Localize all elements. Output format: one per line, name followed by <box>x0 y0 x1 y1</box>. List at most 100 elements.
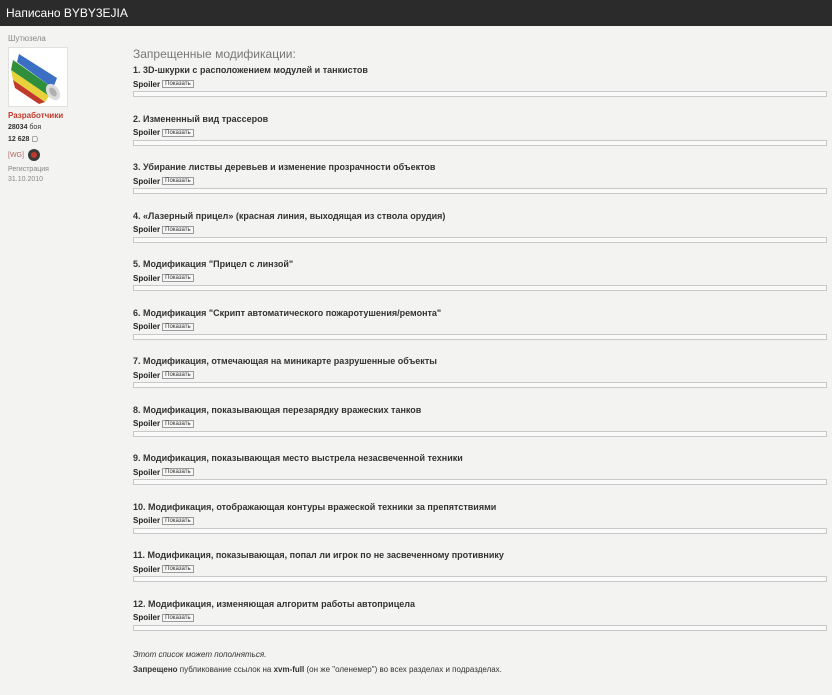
spoiler-label: Spoiler <box>133 370 161 380</box>
mod-title: 6. Модификация "Скрипт автоматического п… <box>133 307 442 318</box>
posts-value: 12 628 <box>8 136 30 143</box>
spoiler-header: Spoiler Показать <box>133 370 827 380</box>
list-item: 6. Модификация "Скрипт автоматического п… <box>133 308 827 357</box>
spoiler-header: Spoiler Показать <box>133 419 827 429</box>
battles-label: боя <box>29 124 42 131</box>
show-spoiler-button[interactable]: Показать <box>162 371 194 379</box>
list-item: 12. Модификация, изменяющая алгоритм раб… <box>133 599 827 648</box>
mod-title: 1. 3D-шкурки с расположением модулей и т… <box>133 65 368 75</box>
spoiler-content-box <box>133 527 827 534</box>
spoiler-content-box <box>133 430 827 437</box>
spoiler-label: Spoiler <box>133 176 161 186</box>
spoiler-header: Spoiler Показать <box>133 564 827 574</box>
battles-value: 28034 <box>8 124 28 131</box>
spoiler-label: Spoiler <box>133 128 161 137</box>
spoiler-header: Spoiler Показать <box>133 79 827 89</box>
spoiler-header: Spoiler Показать <box>133 176 827 186</box>
battles-count: 28034 боя <box>8 124 118 131</box>
forbidden-text-2: (он же "оленемер") во всех разделах и по… <box>306 665 502 674</box>
spoiler-content-box <box>133 285 827 291</box>
spoiler-content-box <box>133 333 827 340</box>
mod-title: 11. Модификация, показывающая, попал ли … <box>133 550 504 560</box>
list-item: 4. «Лазерный прицел» (красная линия, вых… <box>133 211 827 260</box>
show-spoiler-button[interactable]: Показать <box>162 565 194 573</box>
list-note: Этот список может пополняться. <box>133 650 267 659</box>
clan-tag[interactable]: [WG] <box>8 152 24 159</box>
post-heading: Запрещенные модификации: <box>133 47 296 61</box>
post-author-title: Написано BYBY3EJIA <box>6 6 128 20</box>
spoiler-label: Spoiler <box>133 613 161 622</box>
spoiler-label: Spoiler <box>133 273 161 283</box>
author-sidebar: Шутюзела Разработчики 28034 боя 12 628 ▢… <box>8 34 118 185</box>
mod-title: 9. Модификация, показывающая место выстр… <box>133 453 463 463</box>
post-header: Написано BYBY3EJIA <box>0 0 832 26</box>
spoiler-content-box <box>133 382 827 388</box>
spoiler-label: Spoiler <box>133 225 161 234</box>
spoiler-label: Spoiler <box>133 419 161 428</box>
spoiler-label: Spoiler <box>133 322 161 331</box>
registration-date: 31.10.2010 <box>8 176 44 183</box>
show-spoiler-button[interactable]: Показать <box>162 177 194 185</box>
posts-count: 12 628 ▢ <box>8 135 118 143</box>
spoiler-content-box <box>133 576 827 582</box>
mod-title: 7. Модификация, отмечающая на миникарте … <box>133 356 437 366</box>
spoiler-label: Spoiler <box>133 467 161 477</box>
mod-title: 3. Убирание листвы деревьев и изменение … <box>133 162 436 172</box>
registration: Регистрация 31.10.2010 <box>8 165 118 185</box>
spoiler-content-box <box>133 624 827 631</box>
forbidden-mods-list: 1. 3D-шкурки с расположением модулей и т… <box>133 65 827 647</box>
vuvuzela-avatar-icon <box>11 54 61 104</box>
spoiler-content-box <box>133 188 827 194</box>
forbidden-text-1: публикование ссылок на <box>179 665 272 674</box>
show-spoiler-button[interactable]: Показать <box>162 322 194 331</box>
list-item: 11. Модификация, показывающая, попал ли … <box>133 550 827 599</box>
show-spoiler-button[interactable]: Показать <box>162 419 194 428</box>
list-item: 1. 3D-шкурки с расположением модулей и т… <box>133 65 827 114</box>
list-item: 8. Модификация, показывающая перезарядку… <box>133 405 827 454</box>
mod-title: 12. Модификация, изменяющая алгоритм раб… <box>133 598 415 609</box>
spoiler-header: Spoiler Показать <box>133 467 827 477</box>
spoiler-label: Spoiler <box>133 564 161 574</box>
mod-title: 8. Модификация, показывающая перезарядку… <box>133 404 422 415</box>
spoiler-content-box <box>133 479 827 485</box>
spoiler-header: Spoiler Показать <box>133 613 827 623</box>
list-item: 10. Модификация, отображающая контуры вр… <box>133 502 827 551</box>
show-spoiler-button[interactable]: Показать <box>162 613 194 622</box>
list-item: 2. Измененный вид трассеров Spoiler Показа… <box>133 114 827 163</box>
speech-bubble-icon: ▢ <box>31 136 38 143</box>
list-item: 7. Модификация, отмечающая на миникарте … <box>133 356 827 405</box>
list-item: 5. Модификация "Прицел с линзой" Spoiler П… <box>133 259 827 308</box>
spoiler-header: Spoiler Показать <box>133 516 827 526</box>
spoiler-content-box <box>133 139 827 146</box>
registration-label: Регистрация <box>8 166 49 173</box>
list-item: 9. Модификация, показывающая место выстр… <box>133 453 827 502</box>
mod-title: 2. Измененный вид трассеров <box>133 113 269 124</box>
xvm-full-text: xvm-full <box>273 665 305 674</box>
show-spoiler-button[interactable]: Показать <box>162 80 194 88</box>
spoiler-content-box <box>133 91 827 97</box>
show-spoiler-button[interactable]: Показать <box>162 225 194 234</box>
wg-clan-icon[interactable] <box>27 149 40 161</box>
spoiler-header: Spoiler Показать <box>133 322 827 332</box>
spoiler-header: Spoiler Показать <box>133 225 827 235</box>
show-spoiler-button[interactable]: Показать <box>162 516 194 525</box>
mod-title: 4. «Лазерный прицел» (красная линия, вых… <box>133 210 446 221</box>
post-body: Запрещенные модификации: 1. 3D-шкурки с … <box>133 47 827 674</box>
spoiler-label: Spoiler <box>133 516 161 525</box>
spoiler-content-box <box>133 236 827 243</box>
show-spoiler-button[interactable]: Показать <box>162 128 194 137</box>
author-rank: Шутюзела <box>8 34 46 43</box>
spoiler-label: Spoiler <box>133 79 161 89</box>
forbidden-notice: Запрещено публикование ссылок на xvm-ful… <box>133 665 827 674</box>
mod-title: 10. Модификация, отображающая контуры вр… <box>133 501 497 512</box>
mod-title: 5. Модификация "Прицел с линзой" <box>133 259 294 269</box>
spoiler-header: Spoiler Показать <box>133 273 827 283</box>
clan-info[interactable]: [WG] <box>8 149 118 161</box>
forbidden-bold: Запрещено <box>133 665 178 674</box>
author-group[interactable]: Разработчики <box>8 111 118 120</box>
show-spoiler-button[interactable]: Показать <box>162 274 194 282</box>
avatar[interactable] <box>8 47 68 107</box>
list-item: 3. Убирание листвы деревьев и изменение … <box>133 162 827 211</box>
show-spoiler-button[interactable]: Показать <box>162 468 194 476</box>
spoiler-header: Spoiler Показать <box>133 128 827 138</box>
